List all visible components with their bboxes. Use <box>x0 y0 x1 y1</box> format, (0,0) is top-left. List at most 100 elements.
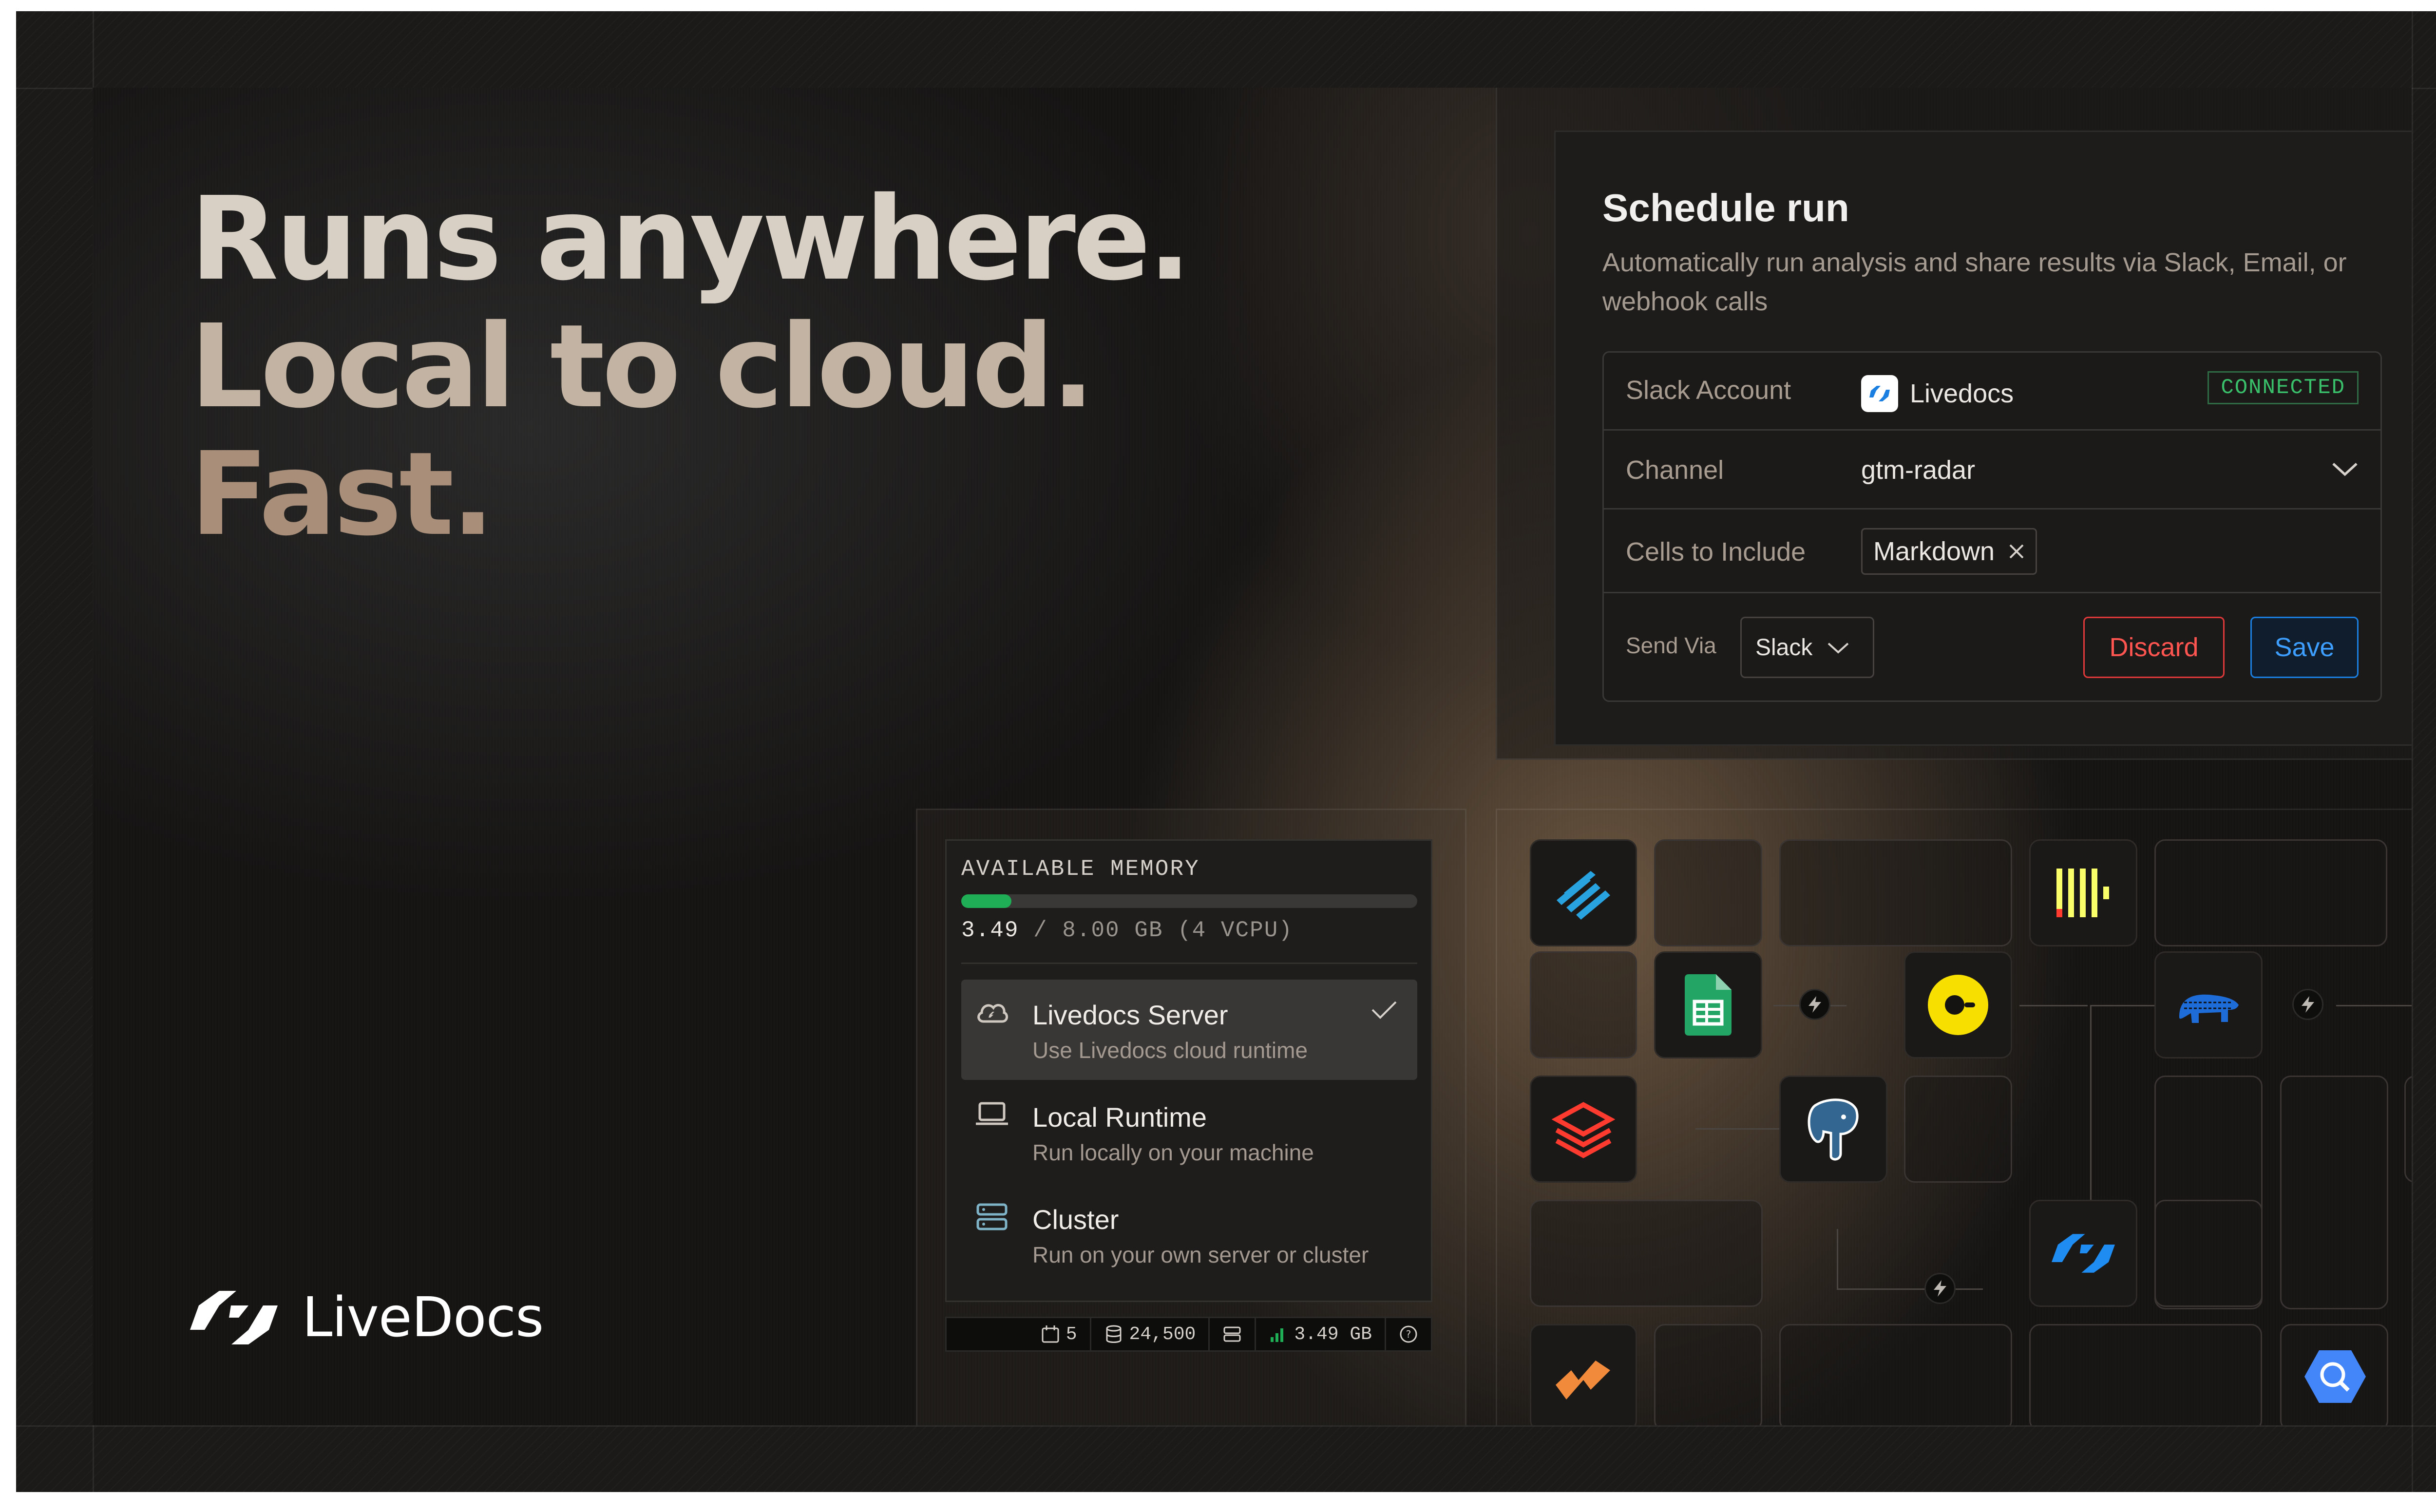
status-rows-value: 24,500 <box>1129 1323 1196 1345</box>
frame-line <box>2412 11 2413 1492</box>
schedule-form: Slack Account Livedocs CONNECTED Channel… <box>1602 351 2382 702</box>
status-count-value: 5 <box>1066 1323 1077 1345</box>
clickhouse-icon <box>2056 869 2109 917</box>
brand-logo[interactable]: LiveDocs <box>190 1286 544 1349</box>
memory-used: 3.49 <box>961 918 1019 943</box>
lightning-icon <box>2302 996 2314 1013</box>
snowflake-icon <box>1557 871 1610 920</box>
discard-button[interactable]: Discard <box>2083 617 2225 678</box>
laptop-icon <box>976 1102 1008 1125</box>
livedocs-app-icon <box>1861 375 1898 412</box>
integration-tile-empty <box>1530 1200 1763 1307</box>
integration-tile-empty <box>2280 1076 2388 1309</box>
integration-tile-snowflake[interactable] <box>1530 839 1637 946</box>
integration-tile-clickhouse[interactable] <box>2029 839 2137 946</box>
integration-tile-databricks[interactable] <box>1530 1076 1637 1183</box>
schedule-title: Schedule run <box>1602 186 1849 229</box>
memory-title: AVAILABLE MEMORY <box>961 856 1200 882</box>
dbt-icon <box>1556 1361 1610 1399</box>
slack-account-label: Slack Account <box>1626 376 1791 405</box>
send-via-select[interactable]: Slack <box>1740 617 1874 678</box>
duckdb-icon <box>2179 994 2239 1023</box>
integration-tile-google-sheets[interactable] <box>1654 951 1762 1058</box>
headline-line-3: Fast. <box>190 427 495 561</box>
runtime-option-local[interactable]: Local Runtime Run locally on your machin… <box>961 1082 1417 1182</box>
save-button[interactable]: Save <box>2250 617 2359 678</box>
status-help[interactable]: ? <box>1385 1318 1431 1350</box>
integration-tile-bigquery[interactable] <box>2280 1324 2388 1425</box>
help-icon: ? <box>1400 1325 1417 1343</box>
runtime-card: AVAILABLE MEMORY 3.49 / 8.00 GB (4 VCPU)… <box>945 839 1432 1302</box>
integration-tile-empty <box>1654 1324 1762 1425</box>
calendar-icon <box>1042 1325 1059 1343</box>
connector-line <box>2090 1005 2092 1219</box>
option-subtitle: Run on your own server or cluster <box>1032 1242 1369 1267</box>
status-bar: 5 24,500 3.49 GB ? <box>945 1317 1432 1352</box>
bolt-node <box>1924 1273 1956 1304</box>
cells-label: Cells to Include <box>1626 537 1806 567</box>
connector-line <box>2336 1005 2412 1006</box>
channel-label: Channel <box>1626 455 1724 485</box>
connected-badge: CONNECTED <box>2208 371 2359 404</box>
slack-account-value[interactable]: Livedocs <box>1861 375 2014 412</box>
option-title: Local Runtime <box>1032 1102 1207 1133</box>
integration-tile-empty <box>1654 839 1762 946</box>
status-server[interactable] <box>1208 1318 1255 1350</box>
status-memory[interactable]: 3.49 GB <box>1255 1318 1385 1350</box>
livedocs-icon <box>2052 1234 2115 1273</box>
memory-total: / 8.00 GB (4 VCPU) <box>1033 918 1293 943</box>
bolt-node <box>2292 989 2323 1020</box>
databricks-icon <box>1552 1102 1615 1158</box>
channel-value: gtm-radar <box>1861 455 1976 485</box>
bigquery-icon <box>2304 1350 2366 1403</box>
integration-tile-empty <box>1779 1324 2012 1425</box>
integration-tile-duckdb[interactable] <box>2154 951 2263 1058</box>
integration-tile-postgresql[interactable] <box>1779 1076 1887 1183</box>
google-sheets-icon <box>1685 974 1732 1036</box>
connector-line <box>1837 1229 1838 1290</box>
status-count[interactable]: 5 <box>1028 1318 1090 1350</box>
lightning-icon <box>1808 996 1821 1013</box>
integration-tile-empty <box>1904 1076 2012 1183</box>
chip-label: Markdown <box>1873 537 1995 566</box>
headline: Runs anywhere. Local to cloud. Fast. <box>190 172 1192 561</box>
memory-bar <box>961 894 1417 908</box>
markdown-chip[interactable]: Markdown <box>1861 528 2037 575</box>
frame-line <box>16 1425 2436 1427</box>
integration-tile-empty <box>1530 951 1637 1058</box>
memory-bar-fill <box>961 894 1011 908</box>
headline-line-1: Runs anywhere. <box>190 172 1192 306</box>
server-icon <box>1223 1326 1241 1342</box>
runtime-option-cluster[interactable]: Cluster Run on your own server or cluste… <box>961 1184 1417 1285</box>
signal-bars-icon <box>1271 1328 1284 1342</box>
bolt-node <box>1799 989 1830 1020</box>
integration-tile-posthog[interactable] <box>1904 951 2012 1058</box>
status-rows[interactable]: 24,500 <box>1089 1318 1209 1350</box>
integration-tile-empty <box>2154 839 2387 946</box>
brand-name: LiveDocs <box>302 1286 544 1349</box>
headline-line-2: Local to cloud. <box>190 300 1095 434</box>
integration-tile-empty <box>1779 839 2012 946</box>
background-frame: Runs anywhere. Local to cloud. Fast. Liv… <box>16 11 2436 1492</box>
send-row: Send Via Slack Discard Save <box>1604 593 2380 703</box>
close-icon[interactable] <box>2008 543 2025 560</box>
schedule-card: Schedule run Automatically run analysis … <box>1554 131 2412 746</box>
lightning-icon <box>1934 1280 1946 1297</box>
integration-tile-dbt[interactable] <box>1530 1324 1637 1425</box>
option-title: Cluster <box>1032 1204 1119 1235</box>
status-memory-value: 3.49 GB <box>1294 1323 1372 1345</box>
connector-line <box>1837 1288 1983 1290</box>
schedule-description: Automatically run analysis and share res… <box>1602 248 2347 316</box>
chevron-down-icon[interactable] <box>2331 459 2359 478</box>
divider <box>961 963 1417 964</box>
runtime-option-livedocs-server[interactable]: Livedocs Server Use Livedocs cloud runti… <box>961 980 1417 1080</box>
connector-line <box>2019 1005 2088 1006</box>
option-title: Livedocs Server <box>1032 1000 1228 1030</box>
connector-line <box>2090 1005 2158 1006</box>
channel-row[interactable]: Channel gtm-radar <box>1604 431 2380 510</box>
cells-row: Cells to Include Markdown <box>1604 510 2380 593</box>
integration-tile-livedocs[interactable] <box>2029 1200 2137 1307</box>
chevron-down-icon <box>1828 643 1849 654</box>
postgresql-icon <box>1808 1098 1859 1161</box>
slack-account-row: Slack Account Livedocs CONNECTED <box>1604 353 2380 431</box>
